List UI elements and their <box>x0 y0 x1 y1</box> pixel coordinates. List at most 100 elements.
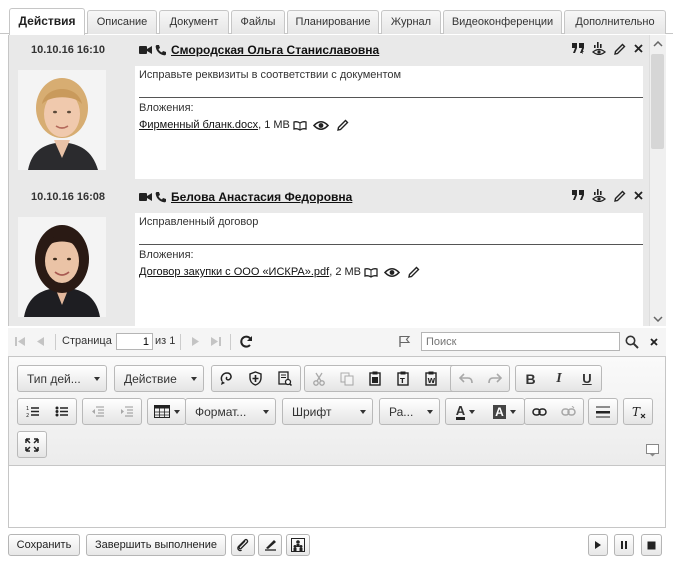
play-icon <box>595 541 601 549</box>
paperclip-icon <box>237 538 249 552</box>
tab-planning[interactable]: Планирование <box>287 10 379 34</box>
attachment-row: Фирменный бланк.docx , 1 MB <box>139 119 349 131</box>
tab-actions[interactable]: Действия <box>9 8 85 35</box>
bullet-list-icon <box>55 406 68 417</box>
users-icon <box>291 538 305 552</box>
edit-pencil-icon[interactable] <box>408 266 420 278</box>
paste-button[interactable] <box>361 366 389 391</box>
horizontal-rule-button[interactable] <box>588 398 618 425</box>
scroll-down-icon[interactable] <box>653 316 663 322</box>
edit-pencil-icon[interactable] <box>614 43 626 55</box>
paste-word-button[interactable]: W <box>417 366 445 391</box>
close-icon[interactable] <box>634 191 643 200</box>
close-icon[interactable] <box>634 44 643 53</box>
prev-page-icon[interactable] <box>36 336 45 347</box>
refresh-icon[interactable] <box>239 334 254 349</box>
save-button[interactable]: Сохранить <box>8 534 80 556</box>
phone-icon[interactable] <box>155 191 167 203</box>
rich-text-editor: Тип дей... Действие T W B I U 12 Формат.… <box>8 356 666 528</box>
cut-button[interactable] <box>305 366 333 391</box>
tab-additional[interactable]: Дополнительно <box>564 10 666 34</box>
attach-button[interactable] <box>231 534 255 556</box>
tab-files[interactable]: Файлы <box>231 10 285 34</box>
video-camera-icon[interactable] <box>139 192 152 202</box>
document-search-button[interactable] <box>270 366 299 391</box>
first-page-icon[interactable] <box>14 336 26 347</box>
flag-icon[interactable] <box>398 335 411 348</box>
unlink-button[interactable] <box>554 399 583 424</box>
entry-author-link[interactable]: Белова Анастасия Федоровна <box>171 190 352 204</box>
remove-format-button[interactable]: T <box>623 398 653 425</box>
svg-text:W: W <box>428 377 436 385</box>
stamp-button-group <box>211 365 301 392</box>
format-dropdown[interactable]: Формат... <box>185 398 276 425</box>
eye-icon[interactable] <box>312 120 329 131</box>
pause-button[interactable] <box>614 534 634 556</box>
action-type-dropdown[interactable]: Тип дей... <box>17 365 107 392</box>
tab-journal[interactable]: Журнал <box>381 10 441 34</box>
play-button[interactable] <box>588 534 608 556</box>
open-book-icon[interactable] <box>293 120 307 131</box>
edit-pencil-icon[interactable] <box>614 190 626 202</box>
stop-button[interactable] <box>641 534 662 556</box>
quote-icon[interactable]: + <box>572 43 584 54</box>
italic-button[interactable]: I <box>545 366 573 391</box>
attachment-link[interactable]: Договор закупки с ООО «ИСКРА».pdf <box>139 266 329 278</box>
protect-button[interactable] <box>241 366 270 391</box>
page-number-input[interactable] <box>116 333 153 350</box>
sign-button[interactable] <box>258 534 282 556</box>
bold-button[interactable]: B <box>516 366 545 391</box>
view-responses-icon[interactable] <box>592 42 606 55</box>
edit-pencil-icon[interactable] <box>336 119 349 131</box>
eye-icon[interactable] <box>384 267 401 278</box>
scroll-up-icon[interactable] <box>653 41 663 47</box>
bullet-list-button[interactable] <box>47 399 76 424</box>
collapse-toolbar-icon[interactable] <box>646 444 659 457</box>
tab-description[interactable]: Описание <box>87 10 157 34</box>
search-icon[interactable] <box>625 335 639 349</box>
paste-text-button[interactable]: T <box>389 366 417 391</box>
open-book-icon[interactable] <box>364 267 378 278</box>
tab-document[interactable]: Документ <box>159 10 229 34</box>
signature-button[interactable] <box>212 366 241 391</box>
font-dropdown[interactable]: Шрифт <box>282 398 373 425</box>
entry-date: 10.10.16 16:08 <box>31 191 106 203</box>
avatar <box>18 217 106 317</box>
quote-icon[interactable] <box>572 190 584 201</box>
outdent-button[interactable] <box>83 399 112 424</box>
view-responses-icon[interactable] <box>592 189 606 202</box>
undo-button[interactable] <box>451 366 480 391</box>
text-color-button[interactable]: A <box>446 399 485 424</box>
link-button[interactable] <box>525 399 554 424</box>
entry-author-link[interactable]: Смородская Ольга Станиславовна <box>171 43 379 57</box>
attachment-link[interactable]: Фирменный бланк.docx <box>139 119 258 131</box>
divider <box>230 334 231 350</box>
background-color-button[interactable]: A <box>485 399 524 424</box>
copy-button[interactable] <box>333 366 361 391</box>
table-dropdown[interactable] <box>147 398 186 425</box>
redo-button[interactable] <box>480 366 509 391</box>
clear-search-icon[interactable] <box>650 338 658 346</box>
tab-videoconferences[interactable]: Видеоконференции <box>443 10 562 34</box>
participants-button[interactable] <box>286 534 310 556</box>
page-label: Страница <box>62 335 112 347</box>
search-input[interactable] <box>421 332 620 351</box>
table-icon <box>153 405 170 418</box>
outdent-icon <box>91 406 104 417</box>
action-dropdown[interactable]: Действие <box>114 365 204 392</box>
indent-button[interactable] <box>112 399 141 424</box>
scrollbar-thumb[interactable] <box>651 54 664 149</box>
underline-button[interactable]: U <box>573 366 601 391</box>
attachment-row: Договор закупки с ООО «ИСКРА».pdf , 2 MB <box>139 266 420 278</box>
maximize-button[interactable] <box>17 431 47 458</box>
numbered-list-button[interactable]: 12 <box>18 399 47 424</box>
phone-icon[interactable] <box>155 44 167 56</box>
complete-execution-button[interactable]: Завершить выполнение <box>86 534 226 556</box>
editor-text-area[interactable] <box>9 467 665 527</box>
video-camera-icon[interactable] <box>139 45 152 55</box>
avatar <box>18 70 106 170</box>
size-dropdown[interactable]: Ра... <box>379 398 440 425</box>
last-page-icon[interactable] <box>210 336 222 347</box>
entry-body: Исправленный договор Вложения: Договор з… <box>135 213 643 326</box>
next-page-icon[interactable] <box>191 336 200 347</box>
